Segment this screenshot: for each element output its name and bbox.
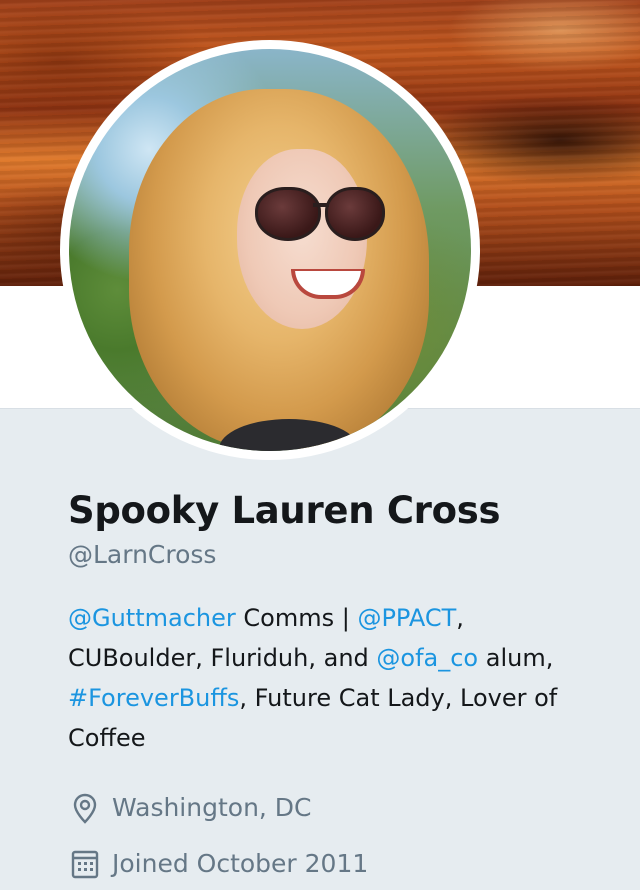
- bio-mention-ofa-co[interactable]: @ofa_co: [376, 644, 478, 672]
- avatar-photo: [69, 49, 471, 451]
- bio-mention-ppact[interactable]: @PPACT: [357, 604, 456, 632]
- bio-mention-guttmacher[interactable]: @Guttmacher: [68, 604, 236, 632]
- location-pin-icon: [68, 791, 102, 825]
- calendar-icon: [68, 847, 102, 881]
- bio-text: alum,: [478, 644, 554, 672]
- profile-name: Spooky Lauren Cross: [68, 489, 501, 532]
- profile-handle[interactable]: @LarnCross: [68, 538, 608, 572]
- bio-text: Comms |: [235, 604, 358, 632]
- profile-location: Washington, DC: [68, 791, 312, 825]
- location-text: Washington, DC: [112, 793, 312, 822]
- profile-bio: @Guttmacher Comms | @PPACT, CUBoulder, F…: [68, 598, 598, 758]
- profile-joined: Joined October 2011: [68, 847, 368, 881]
- profile-avatar[interactable]: [60, 40, 480, 460]
- joined-text: Joined October 2011: [112, 849, 369, 878]
- profile-info: Spooky Lauren Cross @LarnCross @Guttmach…: [68, 486, 608, 879]
- bio-hashtag-foreverbuffs[interactable]: #ForeverBuffs: [68, 684, 239, 712]
